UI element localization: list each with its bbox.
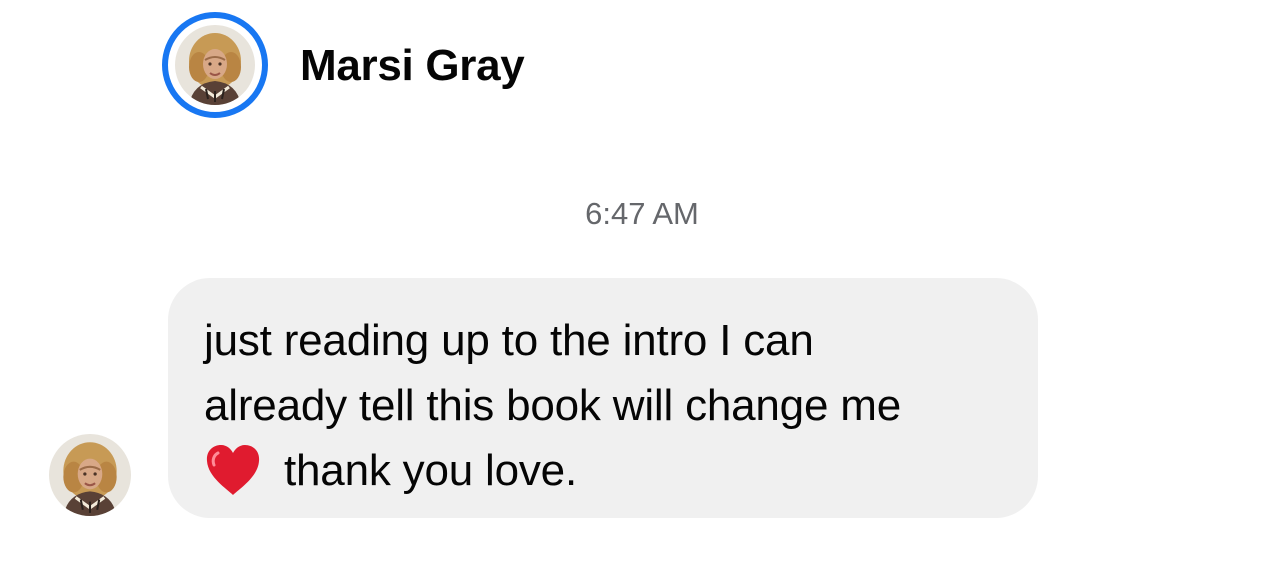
message-last-line-text: thank you love.: [284, 446, 577, 495]
message-line: thank you love.: [204, 438, 1002, 503]
red-heart-icon: [204, 443, 262, 497]
message-timestamp: 6:47 AM: [585, 196, 699, 231]
message-line: already tell this book will change me: [204, 381, 901, 430]
profile-photo-icon: [175, 25, 255, 105]
message-bubble[interactable]: just reading up to the intro I can alrea…: [168, 278, 1038, 518]
contact-avatar[interactable]: [162, 12, 268, 118]
chat-screen: Marsi Gray 6:47 AM just reading up to th…: [0, 0, 1284, 565]
chat-header: Marsi Gray: [0, 0, 1284, 135]
profile-photo-icon: [49, 434, 131, 516]
sender-avatar[interactable]: [49, 434, 131, 516]
contact-name[interactable]: Marsi Gray: [300, 40, 525, 92]
message-line: just reading up to the intro I can: [204, 316, 814, 365]
